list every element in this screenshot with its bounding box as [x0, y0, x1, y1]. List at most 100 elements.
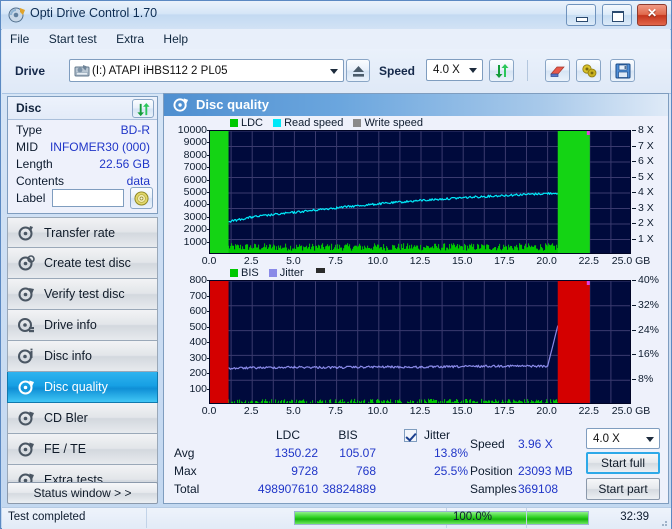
x-tick-label: 20.0 [536, 405, 557, 417]
disc-check-icon [18, 287, 34, 302]
results-col-jitter: Jitter [424, 428, 451, 442]
results-col-ldc: LDC [275, 428, 300, 442]
y-tick-label: 300 [189, 351, 207, 364]
chevron-down-icon [330, 68, 338, 74]
sidebar-item-fe-te[interactable]: FE / TE [7, 434, 158, 465]
status-elapsed-segment: 32:39 [527, 508, 671, 528]
jitter-checkbox[interactable] [404, 429, 417, 442]
speed-select[interactable]: 4.0 X [426, 59, 483, 81]
y-tick-label: 10000 [177, 124, 207, 136]
sidebar-label: FE / TE [44, 442, 87, 456]
sidebar-label: Verify test disc [44, 287, 125, 301]
disc-row-mid: MID INFOMER30 (000) [8, 140, 157, 158]
y2-tick-label: 40% [638, 274, 660, 286]
y2-tick-mark [632, 329, 636, 331]
sidebar-item-verify-test-disc[interactable]: Verify test disc [7, 279, 158, 310]
disc-bler-icon [18, 411, 34, 426]
sidebar-item-disc-info[interactable]: Disc info [7, 341, 158, 372]
results-avg-ldc: 1350.22 [274, 446, 318, 460]
results-samples-label: Samples [470, 482, 517, 496]
x-tick-label: 17.5 [494, 405, 515, 417]
disc-row-mid-key: MID [16, 140, 38, 154]
chevron-down-icon [469, 68, 477, 73]
legend-label-write-speed: Write speed [364, 117, 423, 129]
bis-y2axis: 8% 16% 24% 32% 40% [632, 274, 668, 404]
resize-grip-icon[interactable] [658, 517, 668, 527]
refresh-button[interactable] [489, 59, 514, 82]
results-samples-value: 369108 [518, 482, 559, 496]
x-tick-label: 0.0 [201, 405, 217, 417]
legend-swatch-bis [230, 269, 238, 277]
ldc-y2axis: 1 X 2 X 3 X 4 X 5 X 6 X 7 X 8 X [632, 124, 668, 254]
menu-item-help[interactable]: Help [155, 29, 196, 48]
test-speed-value: 4.0 X [593, 432, 620, 445]
disc-row-length-value: 22.56 GB [99, 157, 150, 171]
results-position-value: 23093 MB [518, 464, 573, 478]
erase-button[interactable] [545, 59, 570, 82]
minimize-button[interactable] [566, 4, 597, 26]
y2-tick-label: 2 X [638, 217, 654, 229]
y2-tick-label: 24% [638, 323, 660, 336]
sidebar-item-cd-bler[interactable]: CD Bler [7, 403, 158, 434]
maximize-button[interactable] [601, 4, 632, 26]
app-disc-icon [8, 7, 25, 23]
settings-button[interactable] [576, 59, 601, 82]
y-tick-label: 100 [189, 382, 207, 395]
y2-tick-mark [632, 130, 636, 131]
y-tick-label: 2000 [183, 223, 207, 236]
menu-item-extra[interactable]: Extra [108, 29, 152, 48]
status-percent-segment: 100.0% [447, 508, 527, 528]
results-max-ldc: 9728 [291, 464, 318, 478]
sidebar-item-transfer-rate[interactable]: Transfer rate [7, 217, 158, 248]
panel-header: Disc quality [164, 94, 668, 116]
eraser-icon [550, 66, 565, 77]
toolbar: Drive (I:) ATAPI iHBS112 2 PL05 Speed 4.… [2, 49, 671, 94]
y2-tick-label: 7 X [638, 139, 654, 152]
disc-row-type-value: BD-R [120, 123, 150, 137]
window-title: Opti Drive Control 1.70 [30, 6, 158, 20]
legend-label-bis: BIS [241, 267, 259, 279]
close-button[interactable]: ✕ [637, 4, 667, 26]
disc-label-caption: Label [16, 191, 46, 205]
refresh-icon [137, 102, 150, 117]
window-controls: ✕ [564, 4, 667, 26]
drive-select[interactable]: (I:) ATAPI iHBS112 2 PL05 [69, 59, 344, 82]
sidebar-item-create-test-disc[interactable]: Create test disc [7, 248, 158, 279]
x-tick-label: 25.0 GB [611, 405, 651, 417]
disc-quality-icon [18, 380, 34, 395]
x-tick-label: 7.5 [328, 405, 343, 417]
sidebar-label: Drive info [44, 318, 97, 332]
bis-chart-legend: BIS Jitter [230, 267, 325, 279]
status-progress-segment [147, 508, 589, 528]
y2-tick-mark [632, 304, 636, 306]
disc-quality-icon [173, 98, 189, 112]
menu-item-file[interactable]: File [2, 29, 37, 48]
sidebar-nav: Transfer rate Create test disc Verify te… [7, 217, 158, 496]
disc-speed-icon [18, 226, 33, 241]
x-tick-label: 2.5 [243, 405, 259, 417]
disc-row-length: Length 22.56 GB [8, 157, 157, 175]
status-window-button[interactable]: Status window > > [7, 482, 158, 504]
panel-title: Disc quality [196, 97, 269, 112]
sidebar-item-drive-info[interactable]: Drive info [7, 310, 158, 341]
menu-item-start-test[interactable]: Start test [41, 29, 105, 48]
start-part-button[interactable]: Start part [586, 478, 660, 500]
cd-icon [134, 191, 149, 206]
y-tick-label: 9000 [183, 136, 207, 149]
sidebar-item-disc-quality[interactable]: Disc quality [7, 372, 158, 403]
start-full-button[interactable]: Start full [586, 452, 660, 474]
legend-label-ldc: LDC [241, 117, 264, 129]
legend-label-jitter: Jitter [279, 267, 304, 279]
save-button[interactable] [610, 59, 635, 82]
ldc-chart: LDC Read speed Write speed 1000 2000 3000 4… [164, 116, 668, 267]
eject-button[interactable] [346, 59, 370, 82]
disc-refresh-button[interactable] [132, 99, 154, 118]
results-row-max-label: Max [174, 464, 197, 478]
test-speed-select[interactable]: 4.0 X [586, 428, 660, 449]
close-icon: ✕ [646, 6, 658, 20]
results-total-bis: 38824889 [322, 482, 376, 496]
drive-info-icon [18, 318, 34, 333]
y2-tick-label: 16% [638, 348, 660, 361]
disc-image-button[interactable] [130, 187, 153, 209]
disc-label-input[interactable] [52, 189, 124, 207]
